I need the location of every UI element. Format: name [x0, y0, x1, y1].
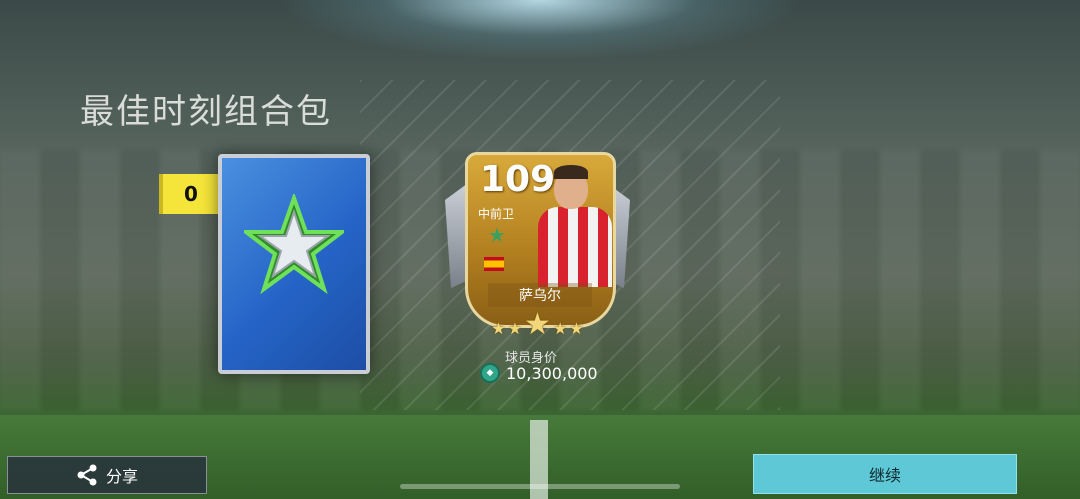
coin-icon: ◆: [480, 363, 500, 383]
player-portrait: [534, 165, 612, 287]
spain-flag-icon: [484, 257, 504, 271]
silver-green-star-icon: [244, 194, 344, 294]
star-icon: ★: [552, 319, 568, 338]
player-shirt: [538, 207, 612, 287]
star-icon: ★: [569, 319, 584, 338]
star-icon: ★: [524, 307, 551, 342]
share-label: 分享: [105, 467, 138, 486]
pack-count-badge: 0: [159, 174, 219, 214]
player-name: 萨乌尔: [488, 283, 592, 307]
card-frame: 109 中前卫 ★ 萨乌尔: [465, 152, 616, 328]
player-position: 中前卫: [478, 207, 515, 221]
share-button[interactable]: 分享: [7, 456, 207, 494]
star-icon: ★: [507, 319, 523, 338]
continue-button[interactable]: 继续: [753, 454, 1017, 494]
player-value-row: ◆ 10,300,000: [480, 363, 598, 383]
star-icon: ★: [491, 319, 506, 338]
player-card[interactable]: 109 中前卫 ★ 萨乌尔 ★ ★ ★ ★ ★: [445, 148, 630, 343]
player-hair: [554, 165, 588, 179]
pack-item[interactable]: [218, 154, 370, 374]
card-stars: ★ ★ ★ ★ ★: [475, 307, 600, 342]
bottom-indicator: [400, 484, 680, 489]
player-value: 10,300,000: [506, 363, 598, 383]
green-star-icon: ★: [488, 223, 506, 247]
share-icon: [77, 464, 97, 486]
page-title: 最佳时刻组合包: [80, 92, 332, 132]
